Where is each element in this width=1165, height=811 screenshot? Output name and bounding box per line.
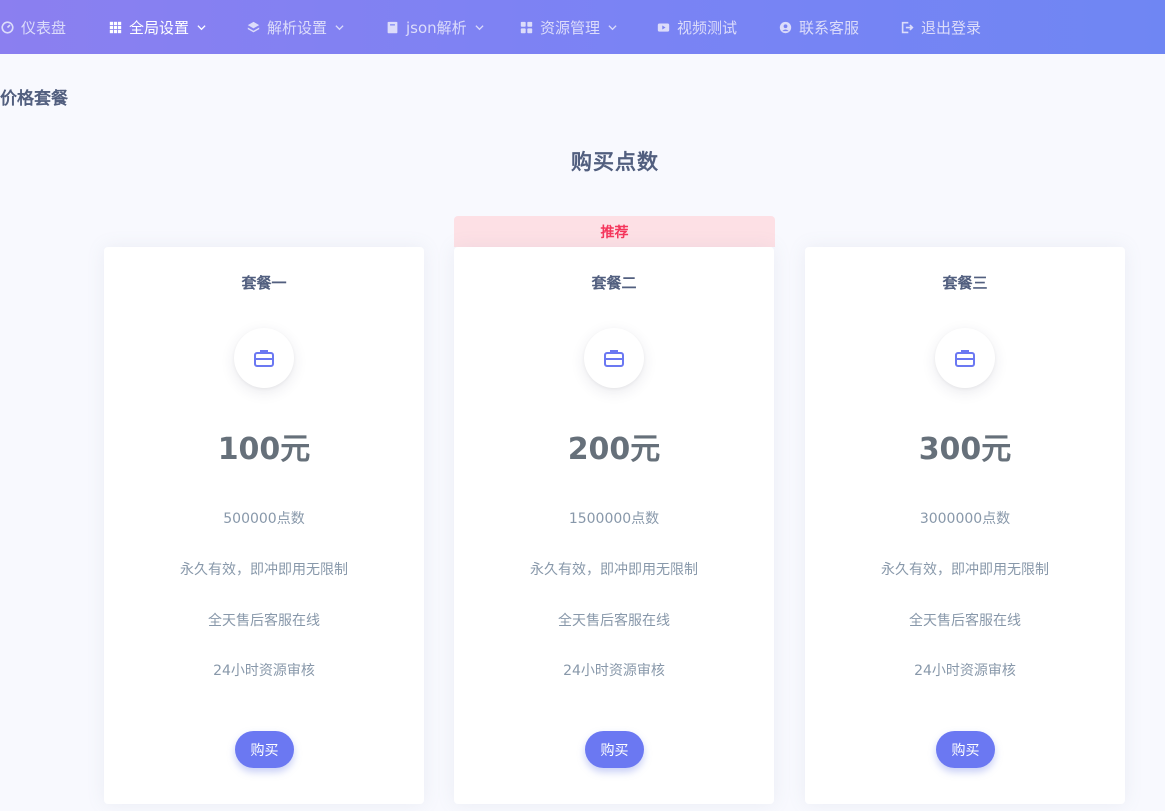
nav-item-logout[interactable]: 退出登录 xyxy=(901,0,981,54)
nav-item-label: json解析 xyxy=(406,18,467,37)
plan-price: 300元 xyxy=(918,432,1012,467)
nav-item-video-test[interactable]: 视频测试 xyxy=(657,0,737,54)
plan-feature: 1500000点数 xyxy=(568,511,660,527)
nav-item-label: 视频测试 xyxy=(677,18,738,37)
briefcase-icon xyxy=(953,346,977,370)
plan-feature: 全天售后客服在线 xyxy=(909,613,1021,629)
plan-feature: 永久有效，即冲即用无限制 xyxy=(180,562,348,578)
nav-item-label: 资源管理 xyxy=(540,18,601,37)
plan-feature: 全天售后客服在线 xyxy=(208,613,320,629)
briefcase-icon xyxy=(602,346,626,370)
chevron-down-icon xyxy=(608,23,617,32)
plan-price: 100元 xyxy=(217,432,311,467)
user-circle-icon xyxy=(779,21,792,34)
nav-item-parse-settings[interactable]: 解析设置 xyxy=(247,0,344,54)
grid-icon xyxy=(109,21,122,34)
nav-item-label: 仪表盘 xyxy=(21,18,67,37)
nav-item-label: 解析设置 xyxy=(267,18,328,37)
nav-item-global-settings[interactable]: 全局设置 xyxy=(109,0,206,54)
plan-feature: 24小时资源审核 xyxy=(213,663,315,679)
plan-feature: 永久有效，即冲即用无限制 xyxy=(881,562,1049,578)
briefcase-icon xyxy=(252,346,276,370)
recommended-badge: 推荐 xyxy=(454,216,775,247)
buy-button[interactable]: 购买 xyxy=(585,731,644,768)
nav-item-resource-management[interactable]: 资源管理 xyxy=(520,0,617,54)
video-icon xyxy=(657,21,670,34)
plan-feature: 全天售后客服在线 xyxy=(558,613,670,629)
pricing-card-plan-3: 套餐三 300元 3000000点数 永久有效，即冲即用无限制 全天售后客服在线… xyxy=(805,247,1125,804)
layers-icon xyxy=(247,21,260,34)
plan-feature: 500000点数 xyxy=(223,511,305,527)
chevron-down-icon xyxy=(335,23,344,32)
nav-item-contact-support[interactable]: 联系客服 xyxy=(779,0,859,54)
nav-item-json-parse[interactable]: json解析 xyxy=(386,0,484,54)
plan-name: 套餐三 xyxy=(942,274,988,292)
page-title: 价格套餐 xyxy=(0,89,68,109)
plan-icon-circle xyxy=(234,328,294,388)
pricing-card-plan-1: 套餐一 100元 500000点数 永久有效，即冲即用无限制 全天售后客服在线 … xyxy=(104,247,424,804)
plan-feature: 24小时资源审核 xyxy=(914,663,1016,679)
nav-item-label: 联系客服 xyxy=(799,18,860,37)
apps-icon xyxy=(520,21,533,34)
plan-feature: 3000000点数 xyxy=(919,511,1011,527)
buy-button[interactable]: 购买 xyxy=(235,731,294,768)
plan-price: 200元 xyxy=(567,432,661,467)
plan-name: 套餐一 xyxy=(241,274,287,292)
nav-item-label: 退出登录 xyxy=(921,18,982,37)
plan-icon-circle xyxy=(935,328,995,388)
gauge-icon xyxy=(1,20,14,34)
book-icon xyxy=(386,21,399,34)
pricing-card-plan-2: 套餐二 200元 1500000点数 永久有效，即冲即用无限制 全天售后客服在线… xyxy=(454,247,774,804)
buy-button[interactable]: 购买 xyxy=(936,731,995,768)
plan-feature: 永久有效，即冲即用无限制 xyxy=(530,562,698,578)
nav-item-label: 全局设置 xyxy=(129,18,190,37)
nav-item-dashboard[interactable]: 仪表盘 xyxy=(1,0,66,54)
section-title: 购买点数 xyxy=(571,149,659,174)
chevron-down-icon xyxy=(475,23,484,32)
plan-icon-circle xyxy=(584,328,644,388)
chevron-down-icon xyxy=(197,23,206,32)
plan-name: 套餐二 xyxy=(591,274,637,292)
logout-icon xyxy=(901,21,914,34)
top-navbar: 仪表盘 全局设置 解析设置 json解析 资源管理 视频测试 联系客服 退出登录 xyxy=(0,0,1165,54)
plan-feature: 24小时资源审核 xyxy=(563,663,665,679)
